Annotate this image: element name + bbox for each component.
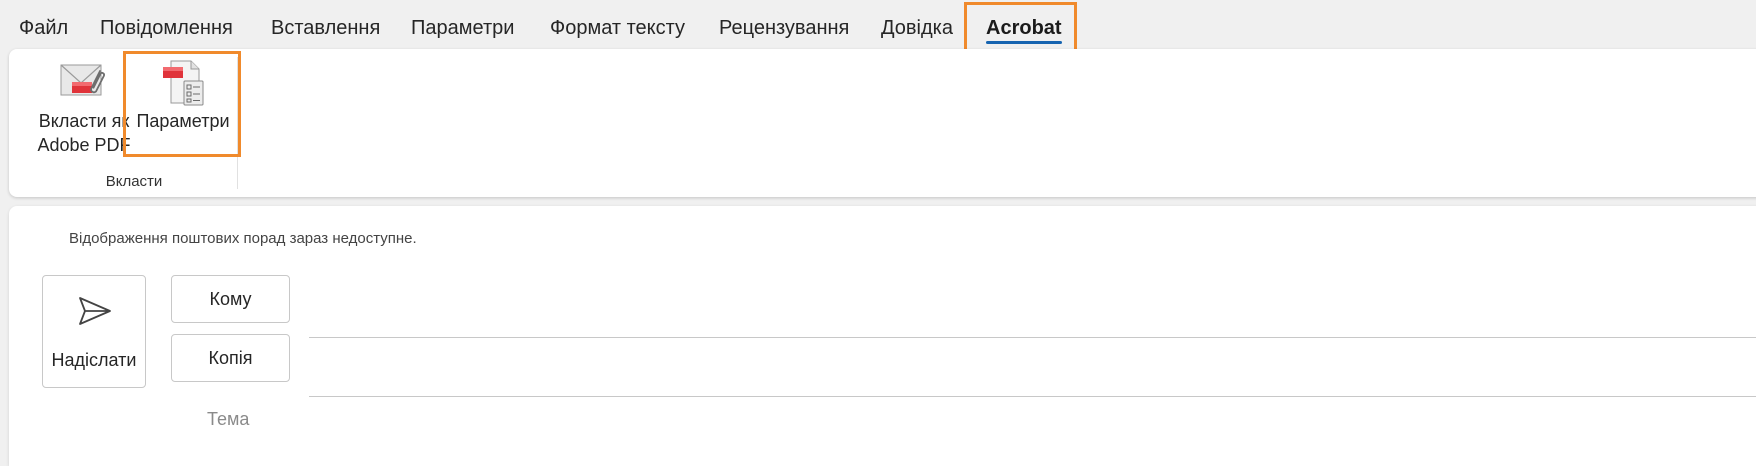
tab-file-label: Файл	[19, 17, 69, 39]
tab-acrobat[interactable]: Acrobat	[986, 12, 1062, 44]
send-button[interactable]: Надіслати	[42, 275, 146, 388]
tab-help-label: Довідка	[881, 17, 953, 39]
tab-acrobat-label: Acrobat	[986, 17, 1062, 39]
acrobat-options-button[interactable]: Параметри	[127, 49, 239, 161]
compose-message-area: Відображення поштових порад зараз недост…	[9, 206, 1756, 466]
ribbon-panel: Вкласти як Adobe PDF Параметри Вкласти	[9, 49, 1756, 197]
ribbon-group-label-attach: Вкласти	[105, 173, 163, 190]
to-field[interactable]	[309, 299, 1756, 338]
mailtips-unavailable-notice: Відображення поштових порад зараз недост…	[69, 230, 417, 247]
tab-review-label: Рецензування	[719, 17, 850, 39]
tab-file[interactable]: Файл	[19, 12, 68, 44]
tab-options[interactable]: Параметри	[411, 12, 514, 44]
tab-help[interactable]: Довідка	[881, 12, 953, 44]
tab-message[interactable]: Повідомлення	[100, 12, 233, 44]
tab-insert-label: Вставлення	[271, 17, 381, 39]
send-button-label: Надіслати	[51, 350, 137, 370]
cc-button-label: Копія	[208, 348, 253, 368]
cc-button[interactable]: Копія	[171, 334, 290, 382]
tab-format-text[interactable]: Формат тексту	[550, 12, 685, 44]
tab-options-label: Параметри	[411, 17, 515, 39]
ribbon-tab-bar: Файл Повідомлення Вставлення Параметри Ф…	[0, 0, 1756, 58]
tab-insert[interactable]: Вставлення	[271, 12, 380, 44]
pdf-settings-icon	[157, 57, 209, 114]
tab-format-text-label: Формат тексту	[550, 17, 686, 39]
acrobat-options-label: Параметри	[136, 111, 230, 131]
to-button[interactable]: Кому	[171, 275, 290, 323]
ribbon-group-separator	[237, 57, 238, 189]
envelope-paperclip-icon	[58, 57, 110, 112]
tab-review[interactable]: Рецензування	[719, 12, 849, 44]
cc-field[interactable]	[309, 358, 1756, 397]
send-icon	[78, 296, 112, 331]
to-button-label: Кому	[209, 289, 252, 309]
subject-field[interactable]	[205, 401, 1756, 437]
tab-message-label: Повідомлення	[100, 17, 233, 39]
active-tab-indicator	[986, 41, 1062, 44]
